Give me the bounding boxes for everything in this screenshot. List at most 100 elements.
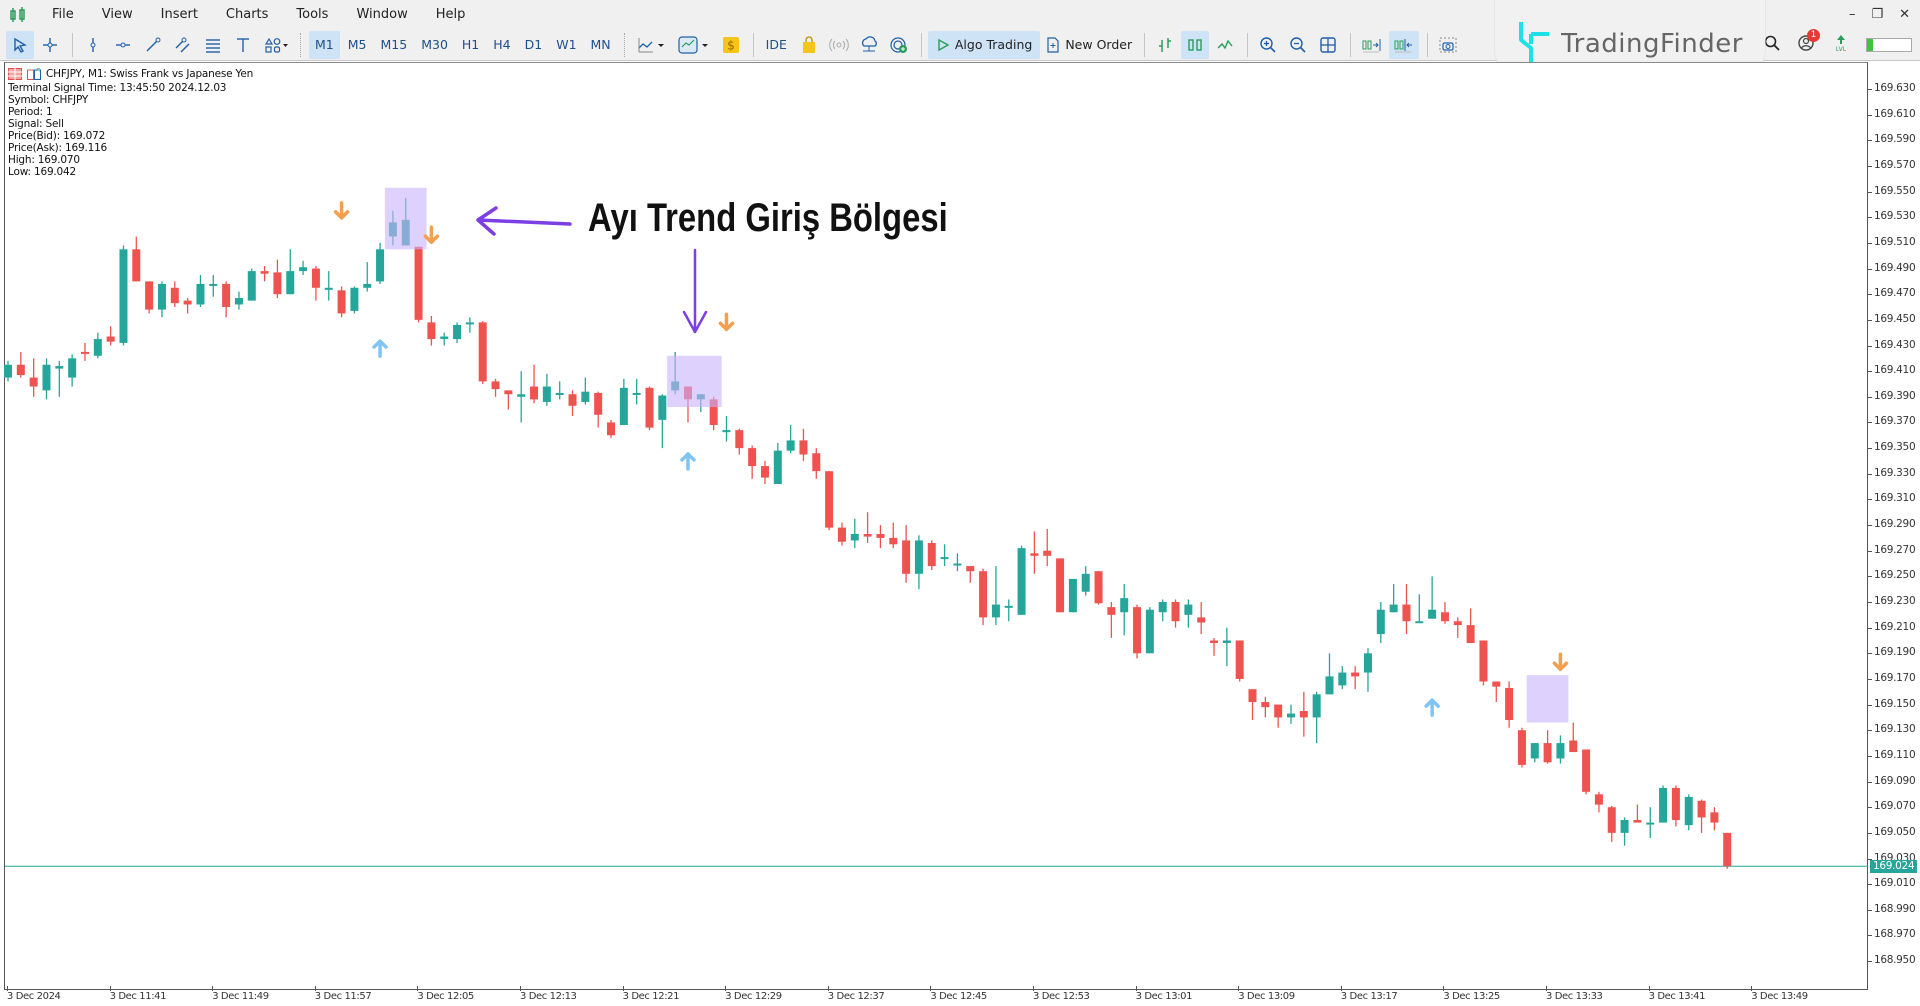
chart-title-row: CHFJPY, M1: Swiss Frank vs Japanese Yen [8, 68, 253, 80]
price-tick-label: 169.230 [1874, 595, 1916, 607]
price-tick [1868, 448, 1872, 450]
candle-body [1222, 640, 1231, 644]
price-tick-label: 169.550 [1874, 184, 1916, 197]
candle-body [1043, 550, 1052, 556]
chart-grid-icon [8, 68, 22, 80]
candle-body [1274, 704, 1283, 718]
candle-body [850, 534, 859, 541]
candle-body [863, 534, 872, 537]
candle-body [722, 430, 731, 433]
candle-body [555, 392, 564, 395]
time-tick-label: 3 Dec 11:57 [314, 991, 372, 1002]
candle-body [440, 336, 449, 340]
candlestick-chart[interactable] [0, 0, 1920, 1006]
candle-body [119, 249, 128, 343]
symbol-line: Symbol: CHFJPY [8, 94, 89, 106]
candle-body [799, 440, 808, 455]
price-tick-label: 169.210 [1874, 620, 1916, 633]
price-tick [1868, 884, 1872, 886]
candle-body [632, 392, 641, 395]
candle-body [619, 387, 628, 426]
candle-body [93, 339, 102, 356]
candle-body [427, 322, 436, 340]
candle-body [1351, 672, 1360, 677]
candle-body [68, 358, 77, 378]
price-tick-label: 169.470 [1874, 287, 1916, 300]
price-tick-label: 169.410 [1874, 364, 1916, 377]
price-tick [1868, 319, 1872, 321]
candle-body [760, 466, 769, 478]
candle-body [1338, 672, 1347, 686]
candle-body [1415, 621, 1424, 624]
price-tick-label: 169.070 [1874, 800, 1916, 813]
candle-body [145, 281, 154, 310]
candle-body [196, 283, 205, 305]
candle-body [966, 566, 975, 572]
sell-arrow-icon [423, 225, 440, 244]
time-tick-label: 3 Dec 13:17 [1340, 991, 1398, 1002]
candle-body [222, 283, 231, 308]
price-tick [1868, 294, 1872, 296]
candle-body [837, 527, 846, 542]
candle-body [1363, 653, 1372, 673]
candle-body [1248, 689, 1257, 703]
time-tick-label: 3 Dec 12:21 [622, 991, 680, 1002]
high-line: High: 169.070 [8, 154, 80, 166]
price-tick [1868, 217, 1872, 219]
price-tick [1868, 371, 1872, 373]
candle-body [286, 271, 295, 295]
price-tick-label: 169.630 [1874, 82, 1916, 94]
price-tick [1868, 140, 1872, 142]
price-tick-label: 169.110 [1874, 748, 1916, 761]
chart-title: CHFJPY, M1: Swiss Frank vs Japanese Yen [46, 68, 254, 80]
price-tick-label: 169.130 [1874, 723, 1916, 736]
candle-body [414, 246, 423, 320]
time-tick-label: 3 Dec 13:49 [1751, 991, 1808, 1002]
candle-body [1517, 730, 1526, 765]
time-tick-label: 3 Dec 13:33 [1546, 991, 1603, 1002]
time-tick-label: 3 Dec 12:13 [520, 991, 577, 1002]
candle-body [1158, 602, 1167, 613]
price-tick-label: 169.150 [1874, 697, 1916, 710]
price-tick [1868, 499, 1872, 501]
price-tick-label: 169.490 [1874, 261, 1916, 274]
price-tick [1868, 268, 1872, 270]
candle-body [1402, 604, 1411, 622]
time-tick-label: 3 Dec 12:37 [827, 991, 885, 1002]
time-axis[interactable]: 3 Dec 2024 3 Dec 11:41 3 Dec 11:49 3 Dec 11… [4, 986, 1868, 1006]
price-tick-label: 169.530 [1874, 210, 1916, 223]
candle-body [1145, 609, 1154, 654]
candle-body [1646, 822, 1655, 825]
candle-body [517, 394, 526, 397]
time-tick-label: 3 Dec 13:25 [1443, 991, 1500, 1002]
candle-body [1684, 796, 1693, 826]
price-tick [1868, 807, 1872, 809]
time-tick-label: 3 Dec 11:49 [212, 991, 269, 1002]
candle-body [1197, 617, 1206, 623]
candle-body [914, 540, 923, 574]
candle-body [735, 430, 744, 449]
buy-arrow-icon [680, 452, 696, 471]
candle-body [1428, 609, 1437, 619]
entry-zone-highlight [1526, 675, 1569, 723]
candle-body [453, 324, 462, 340]
candle-body [979, 571, 988, 618]
price-tick-label: 169.090 [1874, 774, 1916, 787]
signal-time-line: Terminal Signal Time: 13:45:50 2024.12.0… [8, 82, 227, 94]
candle-body [132, 249, 141, 282]
chart-info-panel: CHFJPY, M1: Swiss Frank vs Japanese Yen … [8, 68, 253, 178]
price-tick [1868, 961, 1872, 963]
candle-body [1017, 548, 1026, 615]
price-axis[interactable]: 169.630 169.610 169.590 169.570 169.550 169.5… [1868, 62, 1920, 990]
candle-body [542, 386, 551, 402]
annotation-arrow-left-icon [476, 206, 572, 236]
price-tick-label: 169.510 [1874, 235, 1916, 248]
candle-body [157, 283, 166, 310]
candle-body [183, 300, 192, 305]
price-tick-label: 169.010 [1874, 877, 1916, 890]
price-tick-label: 169.050 [1874, 825, 1916, 838]
candle-body [568, 394, 577, 406]
time-tick-label: 3 Dec 2024 [7, 991, 61, 1002]
time-tick-label: 3 Dec 12:45 [930, 991, 987, 1002]
candle-body [927, 543, 936, 567]
